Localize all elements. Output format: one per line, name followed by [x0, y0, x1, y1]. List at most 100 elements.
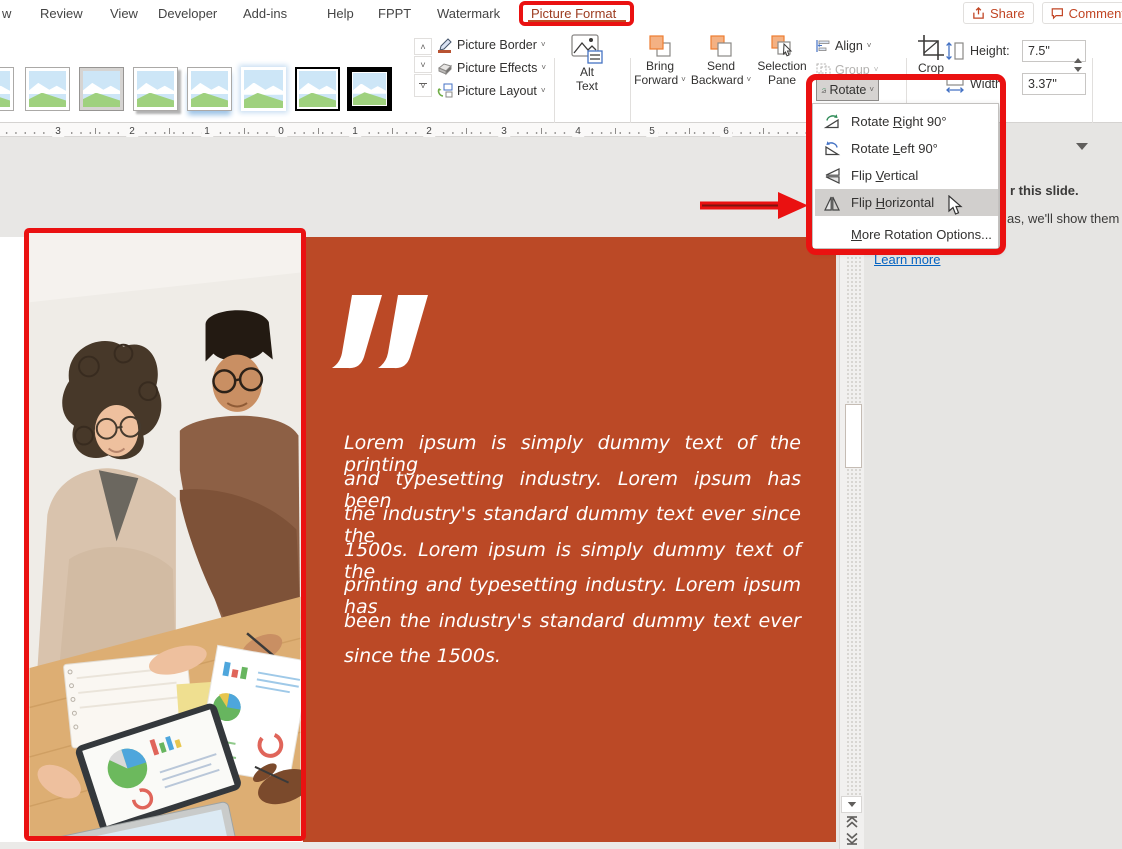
width-value: 3.37" — [1028, 77, 1057, 91]
rotate-button[interactable]: Rotate ˅ — [816, 79, 879, 101]
alt-text-button[interactable]: Alt Text — [560, 33, 614, 93]
gallery-scroll-down-button[interactable]: ˅ — [414, 56, 432, 73]
tab-fragment[interactable]: w — [2, 6, 11, 21]
mouse-cursor — [948, 195, 963, 216]
selection-pane-button[interactable]: Selection Pane — [754, 33, 810, 87]
picture-style-thumbnail[interactable] — [347, 67, 392, 111]
menu-item-more-rotation-options[interactable]: More Rotation Options... — [815, 221, 998, 248]
vertical-scrollbar-thumb[interactable] — [845, 404, 862, 468]
menu-item-flip-horizontal[interactable]: Flip Horizontal — [815, 189, 998, 216]
ruler-number: 4 — [572, 126, 584, 137]
pane-heading-fragment: r this slide. — [1010, 183, 1079, 198]
ruler-halftick — [318, 128, 319, 134]
alt-text-label-line2: Text — [576, 79, 598, 93]
rotate-dropdown-menu: Rotate Right 90° Rotate Left 90° Flip Ve… — [812, 103, 999, 249]
rotate-label: Rotate — [829, 83, 866, 97]
crop-label: Crop — [918, 61, 944, 75]
picture-style-thumbnail[interactable] — [25, 67, 70, 111]
group-button[interactable]: Group ˅ — [816, 60, 878, 80]
learn-more-link[interactable]: Learn more — [874, 252, 940, 267]
rotate-icon — [821, 84, 826, 97]
height-input[interactable]: 7.5" — [1022, 40, 1086, 62]
ruler-halftick — [615, 128, 616, 134]
bottom-strip — [0, 842, 839, 849]
send-backward-button[interactable]: Send Backward ˅ — [690, 33, 752, 87]
ruler-number: 3 — [498, 126, 510, 137]
group-icon — [816, 63, 831, 77]
tab-view[interactable]: View — [110, 6, 138, 21]
tab-review[interactable]: Review — [40, 6, 83, 21]
previous-slide-button[interactable] — [845, 816, 859, 829]
width-field-row: Width: — [944, 74, 1005, 94]
ruler-halftick — [541, 128, 542, 134]
scroll-down-button[interactable] — [841, 796, 862, 813]
quote-text-line[interactable]: since the 1500s. — [344, 645, 801, 667]
picture-layout-button[interactable]: Picture Layout ˅ — [437, 81, 546, 101]
align-button[interactable]: Align ˅ — [816, 36, 871, 56]
tab-watermark[interactable]: Watermark — [437, 6, 500, 21]
tab-picture-format[interactable]: Picture Format — [531, 6, 616, 21]
bring-forward-button[interactable]: Bring Forward ˅ — [632, 33, 688, 87]
chevron-up-icon: ˄ — [420, 42, 425, 52]
picture-style-thumbnail[interactable] — [133, 67, 178, 111]
tab-add-ins[interactable]: Add-ins — [243, 6, 287, 21]
ruler-halftick — [763, 128, 764, 134]
picture-layout-label: Picture Layout — [457, 84, 537, 98]
selection-pane-label-line2: Pane — [768, 73, 796, 87]
height-value: 7.5" — [1028, 44, 1050, 58]
tab-fppt[interactable]: FPPT — [378, 6, 411, 21]
send-backward-label-line2: Backward — [691, 73, 744, 87]
height-step-up[interactable] — [1074, 58, 1082, 63]
quote-text-line[interactable]: been the industry's standard dummy text … — [344, 610, 801, 632]
ruler-halftick — [95, 128, 96, 134]
ruler-halftick — [466, 128, 467, 134]
menu-item-rotate-left-90[interactable]: Rotate Left 90° — [815, 135, 998, 162]
align-icon — [816, 39, 831, 53]
picture-effects-button[interactable]: Picture Effects ˅ — [437, 58, 546, 78]
next-slide-button[interactable] — [845, 832, 859, 845]
pane-collapse-chevron-icon[interactable] — [1076, 143, 1088, 150]
send-backward-icon — [708, 33, 734, 59]
menu-item-flip-vertical[interactable]: Flip Vertical — [815, 162, 998, 189]
picture-style-thumbnail[interactable] — [187, 67, 232, 111]
picture-style-thumbnail[interactable] — [79, 67, 124, 111]
comments-button[interactable]: Comment — [1042, 2, 1122, 24]
gallery-scroll-up-button[interactable]: ˄ — [414, 38, 432, 55]
send-backward-label-line2-wrap: Backward ˅ — [691, 73, 751, 87]
chevron-down-icon: ˅ — [541, 64, 546, 72]
height-step-down[interactable] — [1074, 67, 1082, 72]
ruler-number: 3 — [52, 126, 64, 137]
picture-effects-icon — [437, 60, 453, 76]
annotation-arrow — [698, 190, 810, 221]
ruler-number: 1 — [201, 126, 213, 137]
quote-marks — [330, 295, 440, 373]
tab-help[interactable]: Help — [327, 6, 354, 21]
menubar: w Review View Developer Add-ins Help FPP… — [0, 0, 1122, 27]
ruler-halftick — [244, 128, 245, 134]
picture-style-thumbnail[interactable] — [241, 67, 286, 111]
flip-vertical-icon — [823, 167, 841, 185]
picture-effects-label: Picture Effects — [457, 61, 537, 75]
ruler-number: 0 — [275, 126, 287, 137]
share-button[interactable]: Share — [963, 2, 1034, 24]
slide-photo[interactable] — [29, 233, 301, 836]
width-input[interactable]: 3.37" — [1022, 73, 1086, 95]
comment-icon — [1051, 7, 1064, 20]
bring-forward-label-line2: Forward — [634, 73, 678, 87]
picture-style-thumbnail[interactable] — [295, 67, 340, 111]
bring-forward-icon — [647, 33, 673, 59]
width-label: Width: — [970, 77, 1005, 91]
chevron-down-icon: ˅ — [929, 75, 934, 83]
picture-style-thumbnail[interactable] — [0, 67, 14, 111]
menu-item-rotate-right-90[interactable]: Rotate Right 90° — [815, 108, 998, 135]
picture-border-button[interactable]: Picture Border ˅ — [437, 35, 546, 55]
pane-body-fragment: as, we'll show them t — [1007, 211, 1122, 226]
picture-styles-gallery — [0, 27, 410, 123]
tab-developer[interactable]: Developer — [158, 6, 217, 21]
gallery-more-button[interactable]: ˅ — [414, 74, 432, 97]
chevron-down-icon: ˅ — [874, 66, 879, 74]
ruler-number: 2 — [126, 126, 138, 137]
height-field-row: Height: — [944, 41, 1010, 61]
chevron-down-icon: ˅ — [867, 42, 872, 50]
height-label: Height: — [970, 44, 1010, 58]
